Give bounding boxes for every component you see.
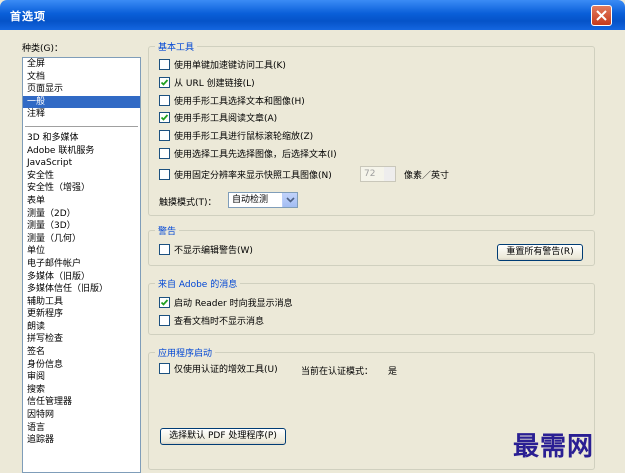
- checkbox[interactable]: [159, 315, 170, 326]
- dropdown-button[interactable]: [282, 193, 297, 207]
- category-item[interactable]: 电子邮件帐户: [23, 258, 140, 271]
- option-fixed-resolution[interactable]: 使用固定分辨率来显示快照工具图像(N): [159, 168, 332, 181]
- option-label: 使用单键加速键访问工具(K): [174, 61, 286, 71]
- option-label: 仅使用认证的增效工具(U): [174, 365, 278, 375]
- touch-mode-select[interactable]: 自动检测: [228, 192, 298, 208]
- close-button[interactable]: [591, 5, 612, 26]
- checkbox[interactable]: [159, 297, 170, 308]
- checkbox[interactable]: [159, 169, 170, 180]
- cert-mode-label: 当前在认证模式：: [301, 367, 374, 377]
- category-item[interactable]: 身份信息: [23, 359, 140, 372]
- checkmark-icon: [160, 299, 169, 306]
- category-list[interactable]: 全屏 文档 页面显示 一般 注释 3D 和多媒体 Adobe 联机服务 JavaScript 安…: [22, 57, 141, 473]
- category-item[interactable]: 测量（几何）: [23, 233, 140, 246]
- option-certified-plugins[interactable]: 仅使用认证的增效工具(U): [159, 362, 278, 375]
- window-title: 首选项: [10, 10, 46, 23]
- option-label: 使用手形工具进行鼠标滚轮缩放(Z): [174, 132, 314, 142]
- checkmark-icon: [160, 114, 169, 121]
- category-item[interactable]: 搜索: [23, 384, 140, 397]
- chevron-down-icon: [286, 197, 295, 203]
- list-separator: [25, 125, 138, 127]
- category-item[interactable]: 朗读: [23, 321, 140, 334]
- checkbox[interactable]: [159, 148, 170, 159]
- checkbox[interactable]: [159, 130, 170, 141]
- cert-mode-value: 是: [388, 367, 398, 377]
- basic-tools-title: 基本工具: [155, 40, 198, 53]
- resolution-spinner[interactable]: 72: [360, 166, 396, 182]
- category-item[interactable]: 页面显示: [23, 83, 140, 96]
- category-item[interactable]: 更新程序: [23, 308, 140, 321]
- option-show-messages-on-start[interactable]: 启动 Reader 时向我显示消息: [159, 296, 293, 309]
- option-url-links[interactable]: 从 URL 创建链接(L): [159, 76, 255, 89]
- category-item[interactable]: 审阅: [23, 371, 140, 384]
- category-item[interactable]: 测量（2D）: [23, 208, 140, 221]
- category-item[interactable]: 表单: [23, 195, 140, 208]
- resolution-value: 72: [364, 169, 376, 179]
- option-hide-messages-viewing[interactable]: 查看文档时不显示消息: [159, 314, 264, 327]
- category-item[interactable]: 多媒体信任（旧版）: [23, 283, 140, 296]
- checkbox[interactable]: [159, 363, 170, 374]
- touch-mode-value: 自动检测: [232, 195, 269, 205]
- category-item[interactable]: 追踪器: [23, 434, 140, 447]
- category-item[interactable]: 信任管理器: [23, 396, 140, 409]
- category-item[interactable]: 注释: [23, 108, 140, 121]
- option-no-edit-warnings[interactable]: 不显示编辑警告(W): [159, 243, 253, 256]
- category-item[interactable]: 测量（3D）: [23, 220, 140, 233]
- option-label: 不显示编辑警告(W): [174, 246, 253, 256]
- option-label: 使用手形工具选择文本和图像(H): [174, 97, 305, 107]
- category-label: 种类(G)：: [22, 44, 63, 54]
- option-label: 启动 Reader 时向我显示消息: [174, 299, 293, 309]
- category-item[interactable]: 因特网: [23, 409, 140, 422]
- title-bar: 首选项: [0, 0, 625, 30]
- option-hand-read[interactable]: 使用手形工具阅读文章(A): [159, 111, 277, 124]
- category-item[interactable]: 文档: [23, 71, 140, 84]
- default-pdf-handler-button[interactable]: 选择默认 PDF 处理程序(P): [160, 428, 286, 445]
- option-single-key[interactable]: 使用单键加速键访问工具(K): [159, 58, 286, 71]
- resolution-unit: 像素／英寸: [404, 171, 450, 181]
- option-select-image-first[interactable]: 使用选择工具先选择图像，后选择文本(I): [159, 147, 337, 160]
- category-item[interactable]: 多媒体（旧版）: [23, 271, 140, 284]
- option-label: 查看文档时不显示消息: [174, 317, 265, 327]
- option-label: 使用选择工具先选择图像，后选择文本(I): [174, 150, 337, 160]
- category-item[interactable]: 全屏: [23, 58, 140, 71]
- checkbox[interactable]: [159, 112, 170, 123]
- touch-mode-label: 触摸模式(T)：: [159, 198, 217, 208]
- checkmark-icon: [160, 79, 169, 86]
- category-item[interactable]: Adobe 联机服务: [23, 145, 140, 158]
- category-item[interactable]: 单位: [23, 245, 140, 258]
- category-item[interactable]: 一般: [23, 95, 140, 109]
- app-startup-title: 应用程序启动: [155, 346, 216, 359]
- spin-down-button[interactable]: [384, 174, 395, 181]
- checkbox[interactable]: [159, 77, 170, 88]
- watermark-logo: 最需网: [513, 432, 595, 462]
- option-label: 从 URL 创建链接(L): [174, 79, 255, 89]
- checkbox[interactable]: [159, 59, 170, 70]
- adobe-messages-group: 来自 Adobe 的消息: [148, 277, 595, 335]
- option-label: 使用手形工具阅读文章(A): [174, 114, 278, 124]
- category-item[interactable]: 3D 和多媒体: [23, 132, 140, 145]
- checkbox[interactable]: [159, 95, 170, 106]
- category-item[interactable]: JavaScript: [23, 157, 140, 170]
- category-item[interactable]: 签名: [23, 346, 140, 359]
- category-item[interactable]: 语言: [23, 422, 140, 435]
- warnings-title: 警告: [155, 224, 180, 237]
- spin-up-button[interactable]: [384, 167, 395, 174]
- close-icon: [596, 10, 607, 21]
- category-item[interactable]: 拼写检查: [23, 333, 140, 346]
- category-item[interactable]: 辅助工具: [23, 296, 140, 309]
- option-hand-zoom[interactable]: 使用手形工具进行鼠标滚轮缩放(Z): [159, 129, 313, 142]
- checkbox[interactable]: [159, 244, 170, 255]
- adobe-messages-title: 来自 Adobe 的消息: [155, 277, 241, 290]
- category-item[interactable]: 安全性: [23, 170, 140, 183]
- option-hand-select[interactable]: 使用手形工具选择文本和图像(H): [159, 94, 305, 107]
- reset-warnings-button[interactable]: 重置所有警告(R): [497, 244, 583, 261]
- option-label: 使用固定分辨率来显示快照工具图像(N): [174, 171, 332, 181]
- category-item[interactable]: 安全性（增强）: [23, 182, 140, 195]
